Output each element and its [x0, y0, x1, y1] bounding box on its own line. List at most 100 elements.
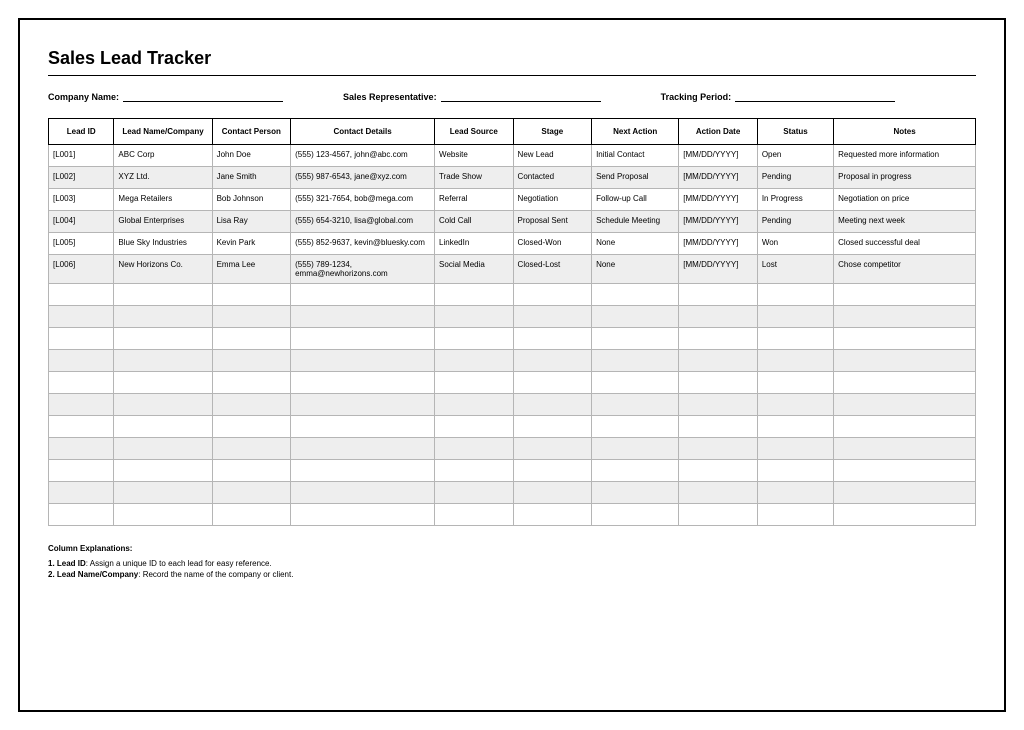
table-cell[interactable]: Website: [435, 145, 514, 167]
table-cell[interactable]: [212, 350, 291, 372]
table-cell[interactable]: [212, 328, 291, 350]
table-cell[interactable]: [592, 460, 679, 482]
table-cell[interactable]: [757, 284, 833, 306]
table-cell[interactable]: New Horizons Co.: [114, 255, 212, 284]
table-cell[interactable]: [679, 416, 758, 438]
table-cell[interactable]: [291, 306, 435, 328]
table-cell[interactable]: [212, 482, 291, 504]
table-cell[interactable]: [435, 504, 514, 526]
table-cell[interactable]: [592, 372, 679, 394]
table-cell[interactable]: Trade Show: [435, 167, 514, 189]
table-cell[interactable]: [L002]: [49, 167, 114, 189]
table-cell[interactable]: [435, 372, 514, 394]
table-cell[interactable]: [114, 438, 212, 460]
table-cell[interactable]: [212, 460, 291, 482]
table-cell[interactable]: [513, 372, 592, 394]
table-cell[interactable]: [291, 416, 435, 438]
table-cell[interactable]: [513, 416, 592, 438]
table-cell[interactable]: [291, 460, 435, 482]
table-cell[interactable]: [291, 394, 435, 416]
table-cell[interactable]: [679, 438, 758, 460]
table-cell[interactable]: [L006]: [49, 255, 114, 284]
table-cell[interactable]: XYZ Ltd.: [114, 167, 212, 189]
table-cell[interactable]: New Lead: [513, 145, 592, 167]
table-cell[interactable]: [114, 416, 212, 438]
table-cell[interactable]: [MM/DD/YYYY]: [679, 189, 758, 211]
table-cell[interactable]: [49, 416, 114, 438]
table-cell[interactable]: [513, 438, 592, 460]
table-cell[interactable]: None: [592, 233, 679, 255]
table-cell[interactable]: [592, 504, 679, 526]
table-cell[interactable]: [114, 482, 212, 504]
table-cell[interactable]: [114, 306, 212, 328]
table-cell[interactable]: (555) 987-6543, jane@xyz.com: [291, 167, 435, 189]
table-cell[interactable]: Closed-Won: [513, 233, 592, 255]
table-cell[interactable]: [49, 350, 114, 372]
table-cell[interactable]: [L004]: [49, 211, 114, 233]
table-cell[interactable]: [212, 438, 291, 460]
tracking-period-input-line[interactable]: [735, 90, 895, 102]
table-cell[interactable]: [834, 306, 976, 328]
table-cell[interactable]: ABC Corp: [114, 145, 212, 167]
table-cell[interactable]: [834, 504, 976, 526]
table-cell[interactable]: Schedule Meeting: [592, 211, 679, 233]
table-cell[interactable]: [679, 284, 758, 306]
table-cell[interactable]: [435, 306, 514, 328]
table-cell[interactable]: [291, 328, 435, 350]
table-cell[interactable]: [679, 372, 758, 394]
table-cell[interactable]: [435, 460, 514, 482]
table-cell[interactable]: Send Proposal: [592, 167, 679, 189]
table-cell[interactable]: Mega Retailers: [114, 189, 212, 211]
table-cell[interactable]: [834, 394, 976, 416]
table-cell[interactable]: [757, 460, 833, 482]
table-cell[interactable]: Jane Smith: [212, 167, 291, 189]
table-cell[interactable]: Pending: [757, 167, 833, 189]
table-cell[interactable]: [49, 372, 114, 394]
table-cell[interactable]: Contacted: [513, 167, 592, 189]
table-cell[interactable]: [513, 460, 592, 482]
table-cell[interactable]: [114, 328, 212, 350]
table-cell[interactable]: [49, 438, 114, 460]
table-cell[interactable]: Open: [757, 145, 833, 167]
table-cell[interactable]: [291, 284, 435, 306]
table-cell[interactable]: [49, 482, 114, 504]
table-cell[interactable]: [592, 328, 679, 350]
table-cell[interactable]: Kevin Park: [212, 233, 291, 255]
table-cell[interactable]: [757, 416, 833, 438]
table-cell[interactable]: [592, 438, 679, 460]
table-cell[interactable]: [291, 438, 435, 460]
table-cell[interactable]: Meeting next week: [834, 211, 976, 233]
table-cell[interactable]: [679, 504, 758, 526]
table-cell[interactable]: [212, 284, 291, 306]
table-cell[interactable]: Pending: [757, 211, 833, 233]
table-cell[interactable]: [679, 306, 758, 328]
table-cell[interactable]: [MM/DD/YYYY]: [679, 211, 758, 233]
table-cell[interactable]: [49, 504, 114, 526]
table-cell[interactable]: [679, 350, 758, 372]
table-cell[interactable]: Blue Sky Industries: [114, 233, 212, 255]
table-cell[interactable]: [679, 394, 758, 416]
table-cell[interactable]: (555) 123-4567, john@abc.com: [291, 145, 435, 167]
table-cell[interactable]: [435, 394, 514, 416]
sales-rep-input-line[interactable]: [441, 90, 601, 102]
table-cell[interactable]: [212, 504, 291, 526]
table-cell[interactable]: [757, 328, 833, 350]
table-cell[interactable]: [592, 416, 679, 438]
table-cell[interactable]: [212, 372, 291, 394]
table-cell[interactable]: [592, 350, 679, 372]
table-cell[interactable]: Chose competitor: [834, 255, 976, 284]
table-cell[interactable]: [757, 482, 833, 504]
table-cell[interactable]: [MM/DD/YYYY]: [679, 145, 758, 167]
table-cell[interactable]: [114, 504, 212, 526]
table-cell[interactable]: [834, 372, 976, 394]
table-cell[interactable]: Follow-up Call: [592, 189, 679, 211]
table-cell[interactable]: [592, 284, 679, 306]
table-cell[interactable]: [757, 504, 833, 526]
table-cell[interactable]: [513, 394, 592, 416]
table-cell[interactable]: Bob Johnson: [212, 189, 291, 211]
table-cell[interactable]: [49, 306, 114, 328]
company-name-input-line[interactable]: [123, 90, 283, 102]
table-cell[interactable]: [MM/DD/YYYY]: [679, 255, 758, 284]
table-cell[interactable]: [114, 460, 212, 482]
table-cell[interactable]: [757, 350, 833, 372]
